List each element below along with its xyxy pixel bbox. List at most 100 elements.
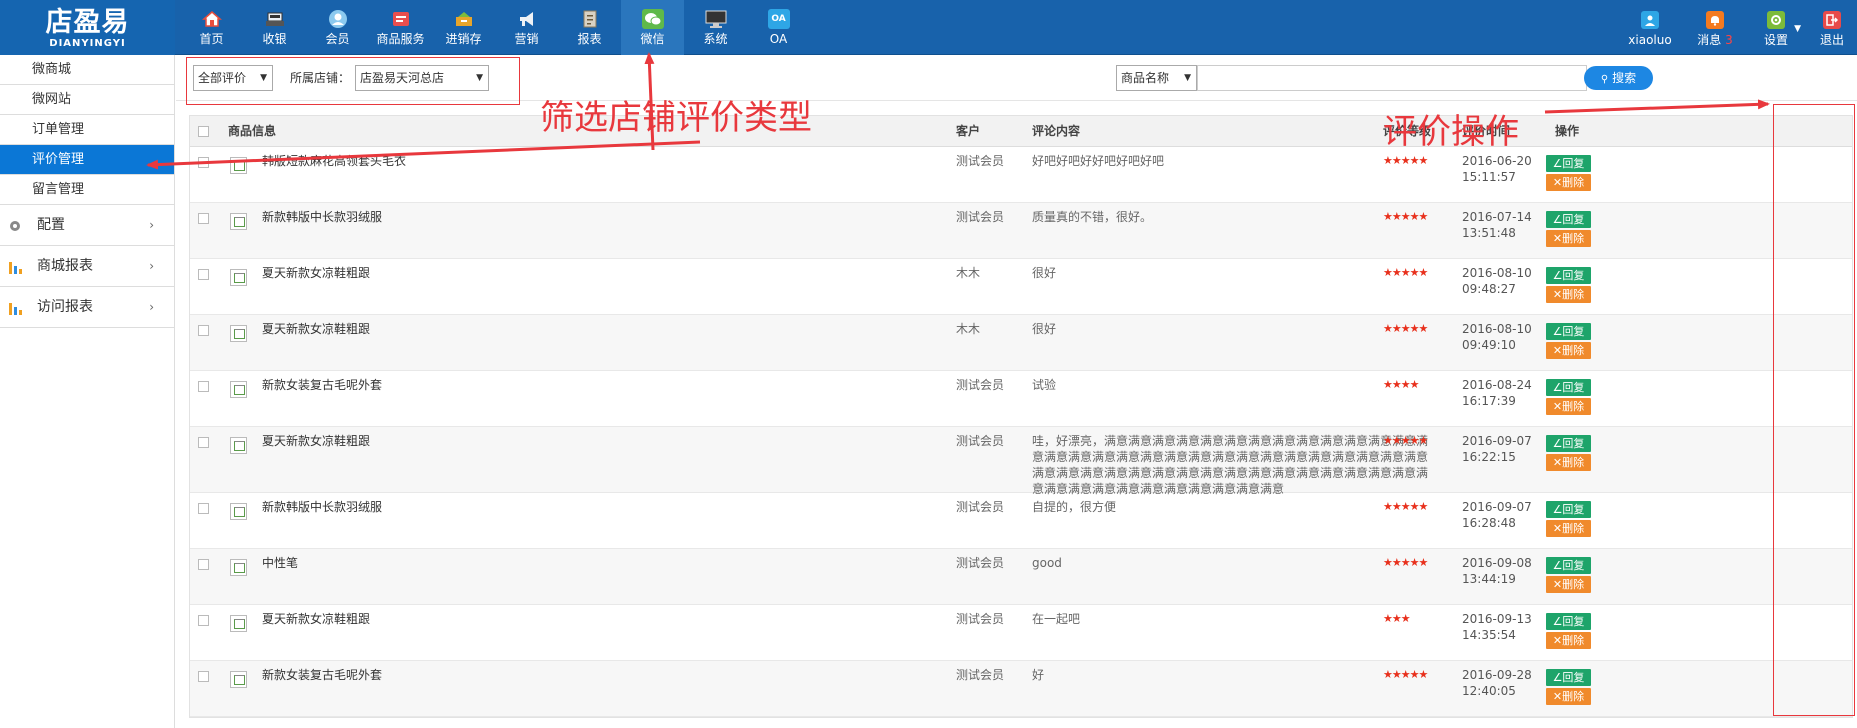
row-checkbox[interactable] xyxy=(198,157,209,168)
reply-button[interactable]: ∠回复 xyxy=(1546,613,1591,630)
comment-text: 好吧好吧好好吧好吧好吧 xyxy=(1032,154,1165,168)
row-checkbox[interactable] xyxy=(198,503,209,514)
nav-item-system[interactable]: 系统 xyxy=(684,0,747,55)
nav-item-home[interactable]: 首页 xyxy=(180,0,243,55)
delete-button[interactable]: ✕删除 xyxy=(1546,454,1591,471)
nav-item-report[interactable]: 报表 xyxy=(558,0,621,55)
delete-button[interactable]: ✕删除 xyxy=(1546,576,1591,593)
product-name: 夏天新款女凉鞋粗跟 xyxy=(262,322,371,336)
comment-text: 哇，好漂亮，满意满意满意满意满意满意满意满意满意满意满意满意满意满意满意满意满意… xyxy=(1032,434,1429,496)
row-checkbox[interactable] xyxy=(198,615,209,626)
sidebar-group-label: 访问报表 xyxy=(37,299,93,315)
messages-button[interactable]: 消息 3 xyxy=(1685,0,1745,55)
chevron-down-icon: ▼ xyxy=(1184,73,1191,83)
logout-button[interactable]: 退出 xyxy=(1807,0,1857,55)
logo-subtext: DIANYINGYI xyxy=(49,38,126,49)
table-row: 夏天新款女凉鞋粗跟 木木 很好 ★★★★★ 2016-08-10 09:49:10 ∠回复… xyxy=(190,315,1852,371)
row-checkbox[interactable] xyxy=(198,437,209,448)
rating-stars: ★★★★★ xyxy=(1383,322,1428,335)
nav-item-marketing[interactable]: 营销 xyxy=(495,0,558,55)
cash-register-icon xyxy=(264,9,286,29)
comment-text: 很好 xyxy=(1032,266,1057,280)
nav-item-goods[interactable]: 商品服务 xyxy=(369,0,432,55)
home-icon xyxy=(201,9,223,29)
product-image-icon xyxy=(230,269,247,286)
nav-item-oa[interactable]: OA OA xyxy=(747,0,810,55)
review-time: 2016-09-07 16:28:48 xyxy=(1462,500,1532,530)
comment-text: good xyxy=(1032,556,1062,570)
nav-label: OA xyxy=(769,32,788,46)
product-image-icon xyxy=(230,437,247,454)
reply-button[interactable]: ∠回复 xyxy=(1546,435,1591,452)
nav-label: 收银 xyxy=(262,32,287,46)
customer-name: 测试会员 xyxy=(956,556,1005,570)
chevron-down-icon: ▼ xyxy=(1794,24,1801,34)
nav-item-cashier[interactable]: 收银 xyxy=(243,0,306,55)
table-header: 商品信息 客户 评论内容 评价等级 评价时间 操作 xyxy=(190,116,1852,147)
delete-button[interactable]: ✕删除 xyxy=(1546,632,1591,649)
row-checkbox[interactable] xyxy=(198,325,209,336)
table-row: 韩版短款麻花高领套头毛衣 测试会员 好吧好吧好好吧好吧好吧 ★★★★★ 2016-06-… xyxy=(190,147,1852,203)
customer-name: 测试会员 xyxy=(956,378,1005,392)
sidebar-group-config[interactable]: 配置 › xyxy=(0,205,174,246)
reply-button[interactable]: ∠回复 xyxy=(1546,267,1591,284)
product-image-icon xyxy=(230,325,247,342)
main-content: 全部评价 ▼ 所属店铺： 店盈易天河总店 ▼ 商品名称 ▼ ⚲ 搜索 商品信息 … xyxy=(176,55,1857,728)
table-row: 新款韩版中长款羽绒服 测试会员 质量真的不错，很好。 ★★★★★ 2016-07-14 … xyxy=(190,203,1852,259)
user-profile[interactable]: xiaoluo xyxy=(1615,0,1685,55)
review-time: 2016-09-07 16:22:15 xyxy=(1462,434,1532,464)
nav-label: 进销存 xyxy=(445,32,482,46)
filter-annotation: 筛选店铺评价类型 xyxy=(540,98,812,138)
reply-button[interactable]: ∠回复 xyxy=(1546,557,1591,574)
nav-item-member[interactable]: 会员 xyxy=(306,0,369,55)
gear-icon xyxy=(1767,11,1785,29)
reply-button[interactable]: ∠回复 xyxy=(1546,501,1591,518)
row-checkbox[interactable] xyxy=(198,213,209,224)
reply-button[interactable]: ∠回复 xyxy=(1546,323,1591,340)
delete-button[interactable]: ✕删除 xyxy=(1546,688,1591,705)
search-field-select[interactable]: 商品名称 ▼ xyxy=(1116,65,1197,91)
sidebar-item-reviews[interactable]: 评价管理 xyxy=(0,145,174,175)
review-time: 2016-09-28 12:40:05 xyxy=(1462,668,1532,698)
sidebar-group-visit-report[interactable]: 访问报表 › xyxy=(0,287,174,328)
customer-name: 测试会员 xyxy=(956,154,1005,168)
customer-name: 测试会员 xyxy=(956,500,1005,514)
search-input[interactable] xyxy=(1197,65,1587,91)
comment-text: 很好 xyxy=(1032,322,1057,336)
select-all-checkbox[interactable] xyxy=(198,126,209,137)
delete-button[interactable]: ✕删除 xyxy=(1546,230,1591,247)
comment-text: 好 xyxy=(1032,668,1045,682)
reply-button[interactable]: ∠回复 xyxy=(1546,155,1591,172)
nav-item-inventory[interactable]: 进销存 xyxy=(432,0,495,55)
delete-button[interactable]: ✕删除 xyxy=(1546,520,1591,537)
customer-name: 测试会员 xyxy=(956,668,1005,682)
row-checkbox[interactable] xyxy=(198,671,209,682)
table-row: 新款女装复古毛呢外套 测试会员 试验 ★★★★ 2016-08-24 16:17:39 ∠… xyxy=(190,371,1852,427)
product-name: 中性笔 xyxy=(262,556,299,570)
delete-button[interactable]: ✕删除 xyxy=(1546,342,1591,359)
row-checkbox[interactable] xyxy=(198,269,209,280)
customer-name: 测试会员 xyxy=(956,210,1005,224)
reply-button[interactable]: ∠回复 xyxy=(1546,379,1591,396)
nav-label: 会员 xyxy=(325,32,350,46)
nav-item-wechat[interactable]: 微信 xyxy=(621,0,684,55)
search-icon: ⚲ xyxy=(1600,74,1609,85)
sidebar-item-micro-site[interactable]: 微网站 xyxy=(0,85,174,115)
settings-button[interactable]: 设置 ▼ xyxy=(1745,0,1807,55)
reply-button[interactable]: ∠回复 xyxy=(1546,211,1591,228)
sidebar-item-orders[interactable]: 订单管理 xyxy=(0,115,174,145)
reply-button[interactable]: ∠回复 xyxy=(1546,669,1591,686)
customer-name: 测试会员 xyxy=(956,434,1005,448)
delete-button[interactable]: ✕删除 xyxy=(1546,398,1591,415)
chevron-right-icon: › xyxy=(149,259,154,273)
delete-button[interactable]: ✕删除 xyxy=(1546,174,1591,191)
row-checkbox[interactable] xyxy=(198,381,209,392)
sidebar-group-mall-report[interactable]: 商城报表 › xyxy=(0,246,174,287)
delete-button[interactable]: ✕删除 xyxy=(1546,286,1591,303)
sidebar-item-messages[interactable]: 留言管理 xyxy=(0,175,174,205)
row-checkbox[interactable] xyxy=(198,559,209,570)
product-name: 新款韩版中长款羽绒服 xyxy=(262,210,383,224)
sidebar-item-micro-mall[interactable]: 微商城 xyxy=(0,55,174,85)
bell-icon xyxy=(1706,11,1724,29)
search-button[interactable]: ⚲ 搜索 xyxy=(1584,66,1653,90)
